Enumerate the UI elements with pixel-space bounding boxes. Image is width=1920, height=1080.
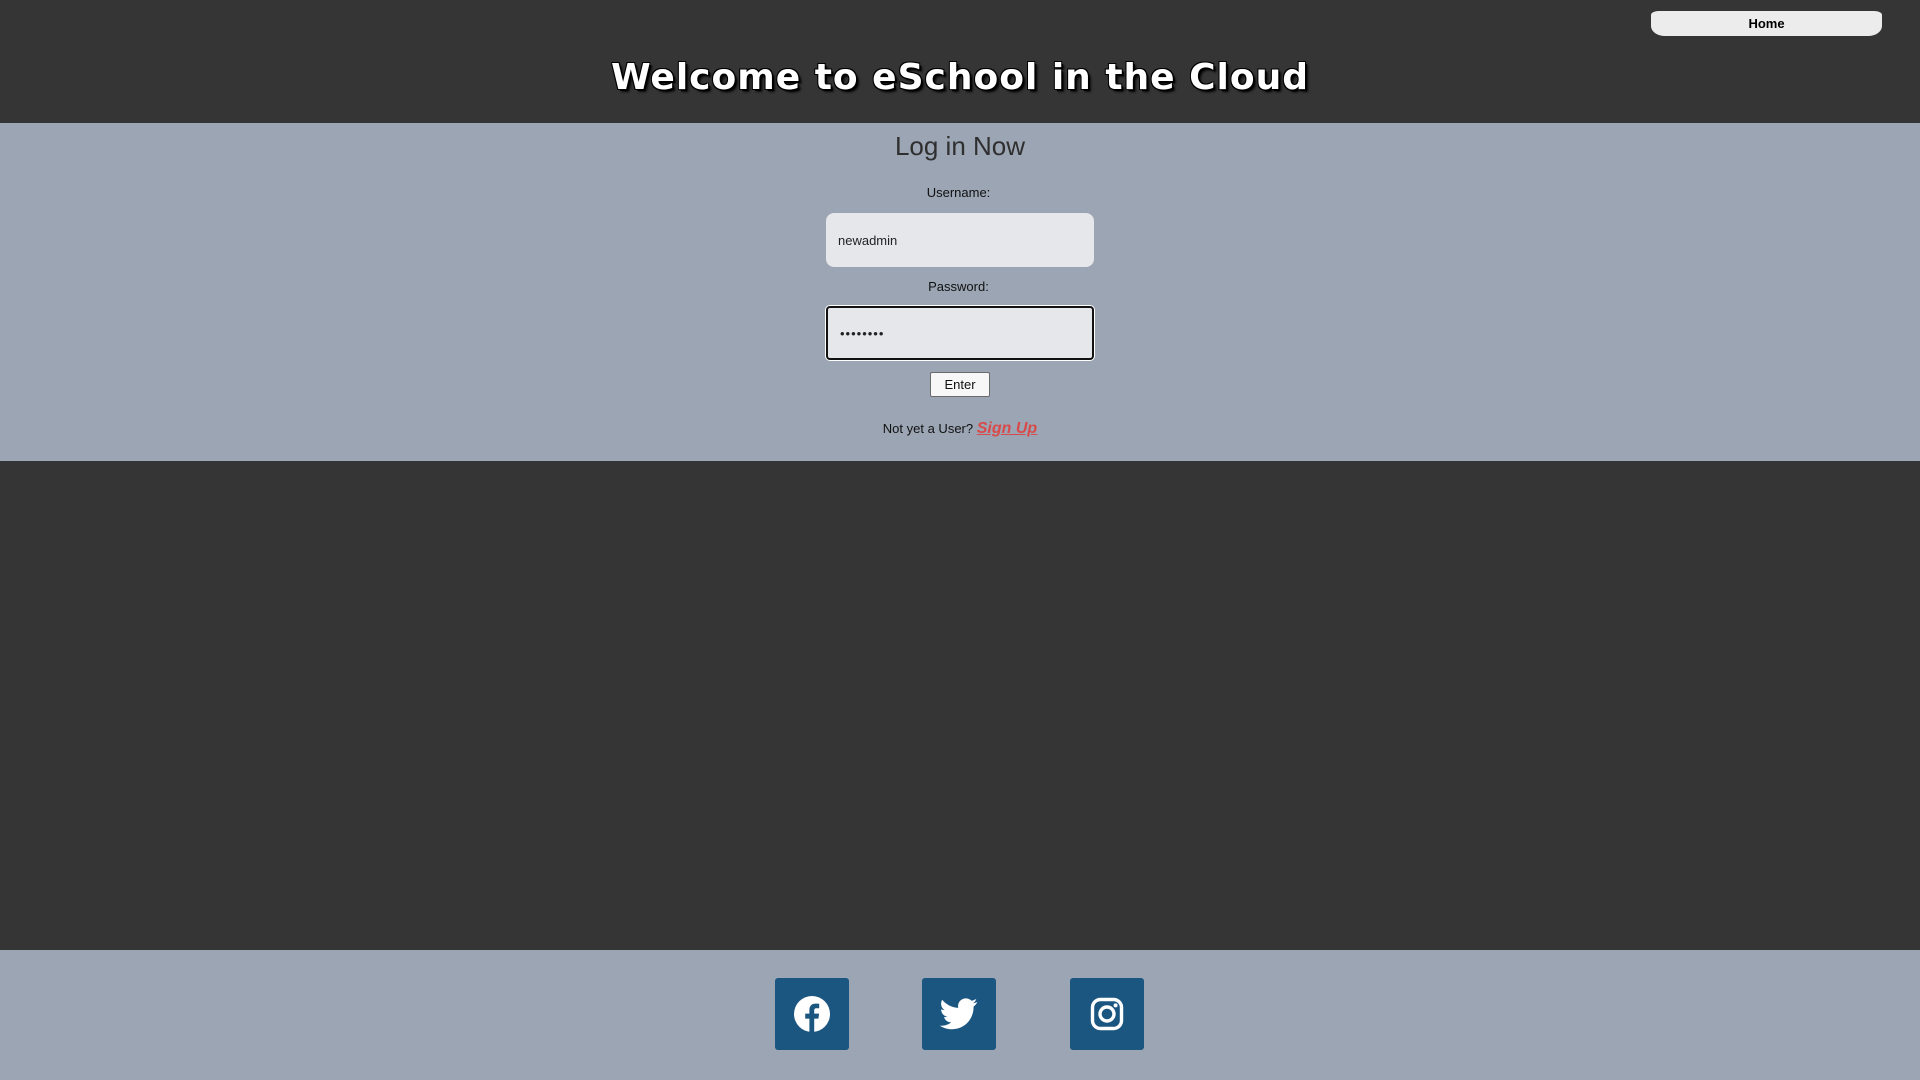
- twitter-button[interactable]: [922, 978, 996, 1050]
- facebook-icon: [794, 996, 830, 1032]
- home-button[interactable]: Home: [1651, 11, 1882, 36]
- password-label: Password:: [928, 279, 989, 294]
- instagram-icon: [1090, 997, 1124, 1031]
- login-section: Log in Now Username: Password: Enter Not…: [0, 123, 1920, 461]
- login-heading: Log in Now: [894, 131, 1026, 161]
- site-title: Welcome to eSchool in the Cloud: [610, 57, 1310, 98]
- signup-prompt: Not yet a User?: [882, 421, 974, 436]
- site-footer: [0, 950, 1920, 1080]
- password-input[interactable]: [826, 306, 1094, 360]
- enter-button[interactable]: Enter: [930, 372, 990, 397]
- site-header: Home Welcome to eSchool in the Cloud: [0, 0, 1920, 123]
- username-label: Username:: [926, 185, 991, 200]
- signup-row: Not yet a User? Sign Up: [0, 419, 1920, 439]
- content-area: [0, 461, 1920, 950]
- facebook-button[interactable]: [775, 978, 849, 1050]
- twitter-icon: [940, 998, 978, 1030]
- username-input[interactable]: [826, 213, 1094, 267]
- instagram-button[interactable]: [1070, 978, 1144, 1050]
- signup-link[interactable]: Sign Up: [977, 420, 1037, 437]
